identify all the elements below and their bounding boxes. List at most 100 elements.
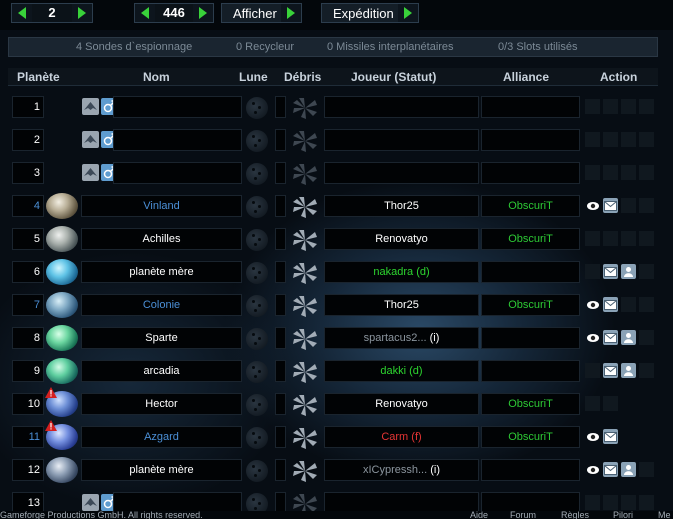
moon-cell	[245, 327, 272, 350]
player-cell[interactable]: xICypressh... (i)	[324, 459, 479, 481]
system-prev-button[interactable]	[135, 4, 155, 22]
message-icon-button[interactable]	[603, 264, 618, 279]
alliance-cell[interactable]: ObscuriT	[481, 195, 580, 217]
buddy-request-icon-button[interactable]	[621, 363, 636, 378]
debris-spacer	[275, 426, 286, 448]
action-slot	[585, 132, 600, 147]
player-name[interactable]: Thor25	[384, 200, 419, 212]
player-name[interactable]: dakki	[380, 365, 406, 377]
player-name[interactable]: Thor25	[384, 299, 419, 311]
planet-name[interactable]: Sparte	[81, 327, 242, 349]
colonize-ship-icon[interactable]	[82, 98, 99, 115]
planet-name[interactable]: Azgard	[81, 426, 242, 448]
alliance-cell[interactable]: ObscuriT	[481, 393, 580, 415]
planet-position: 10	[12, 393, 44, 415]
footer-pillory-link[interactable]: Pilori	[613, 511, 633, 519]
espionage-eye-icon-button[interactable]	[585, 330, 600, 345]
player-cell[interactable]: spartacus2... (i)	[324, 327, 479, 349]
message-icon-button[interactable]	[603, 462, 618, 477]
planet-name[interactable]: Colonie	[81, 294, 242, 316]
message-icon-button[interactable]	[603, 297, 618, 312]
galaxy-next-button[interactable]	[72, 4, 92, 22]
espionage-eye-icon-button[interactable]	[585, 198, 600, 213]
planet-image[interactable]	[46, 193, 78, 219]
footer-forum-link[interactable]: Forum	[510, 511, 536, 519]
planet-position: 6	[12, 261, 44, 283]
debris-icon	[288, 459, 322, 482]
system-next-button[interactable]	[193, 4, 213, 22]
moon-icon	[246, 328, 268, 350]
player-name[interactable]: Carm	[381, 431, 408, 443]
colonize-ship-icon[interactable]	[82, 164, 99, 181]
player-cell[interactable]: Renovatyo	[324, 393, 479, 415]
show-button[interactable]: Afficher	[221, 3, 302, 23]
message-icon-button[interactable]	[603, 330, 618, 345]
message-icon-button[interactable]	[603, 429, 618, 444]
expedition-button[interactable]: Expédition	[321, 3, 419, 23]
planet-name[interactable]: Hector	[81, 393, 242, 415]
player-cell[interactable]: Carm (f)	[324, 426, 479, 448]
planet-image[interactable]	[46, 457, 78, 483]
action-slot	[621, 231, 636, 246]
player-name[interactable]: Renovatyo	[375, 233, 428, 245]
action-slot	[639, 396, 654, 411]
planet-image[interactable]	[46, 325, 78, 351]
player-cell[interactable]: Thor25	[324, 195, 479, 217]
galaxy-input[interactable]: 2	[32, 4, 72, 22]
espionage-eye-icon-button[interactable]	[585, 429, 600, 444]
buddy-request-icon-button[interactable]	[621, 264, 636, 279]
moon-icon	[246, 229, 268, 251]
player-name[interactable]: xICypressh...	[363, 464, 427, 476]
colonize-ship-icon[interactable]	[82, 131, 99, 148]
moon-icon	[246, 361, 268, 383]
player-cell	[324, 129, 479, 151]
player-cell[interactable]: dakki (d)	[324, 360, 479, 382]
planet-name[interactable]: Vinland	[81, 195, 242, 217]
debris-icon	[288, 228, 322, 251]
alliance-cell[interactable]: ObscuriT	[481, 426, 580, 448]
espionage-eye-icon-button[interactable]	[585, 462, 600, 477]
planet-image[interactable]	[46, 226, 78, 252]
galaxy-prev-button[interactable]	[12, 4, 32, 22]
footer-help-link[interactable]: Aide	[470, 511, 488, 519]
planet-image[interactable]	[46, 358, 78, 384]
moon-cell	[245, 228, 272, 251]
planet-name[interactable]: arcadia	[81, 360, 242, 382]
message-icon-button[interactable]	[603, 363, 618, 378]
alliance-cell[interactable]: ObscuriT	[481, 228, 580, 250]
planet-name[interactable]: Achilles	[81, 228, 242, 250]
system-input[interactable]: 446	[155, 4, 193, 22]
player-cell[interactable]: Renovatyo	[324, 228, 479, 250]
footer-rules-link[interactable]: Règles	[561, 511, 589, 519]
player-name[interactable]: spartacus2...	[364, 332, 427, 344]
action-slot	[621, 396, 636, 411]
player-name[interactable]: nakadra	[373, 266, 413, 278]
espionage-eye-icon-button[interactable]	[585, 297, 600, 312]
debris-icon[interactable]	[288, 327, 322, 350]
planet-name[interactable]: planète mère	[81, 261, 242, 283]
action-slot	[639, 99, 654, 114]
moon-cell	[245, 360, 272, 383]
footer-more-link[interactable]: Me	[658, 511, 671, 519]
action-slot	[585, 231, 600, 246]
debris-icon[interactable]	[288, 393, 322, 416]
planet-name[interactable]: planète mère	[81, 459, 242, 481]
header-name: Nom	[143, 70, 170, 84]
message-icon-button[interactable]	[603, 198, 618, 213]
planet-name	[113, 129, 242, 151]
buddy-request-icon-button[interactable]	[621, 462, 636, 477]
player-cell[interactable]: nakadra (d)	[324, 261, 479, 283]
planet-image[interactable]	[46, 259, 78, 285]
colonize-ship-icon[interactable]	[82, 494, 99, 511]
activity-alert-icon	[45, 420, 57, 431]
table-row: 6 planète mère nakadra (d)	[12, 259, 657, 285]
debris-spacer	[275, 261, 286, 283]
buddy-request-icon-button[interactable]	[621, 330, 636, 345]
planet-image[interactable]	[46, 292, 78, 318]
alliance-cell[interactable]: ObscuriT	[481, 294, 580, 316]
debris-icon[interactable]	[288, 195, 322, 218]
player-cell[interactable]: Thor25	[324, 294, 479, 316]
planet-position: 4	[12, 195, 44, 217]
moon-cell	[245, 393, 272, 416]
player-name[interactable]: Renovatyo	[375, 398, 428, 410]
